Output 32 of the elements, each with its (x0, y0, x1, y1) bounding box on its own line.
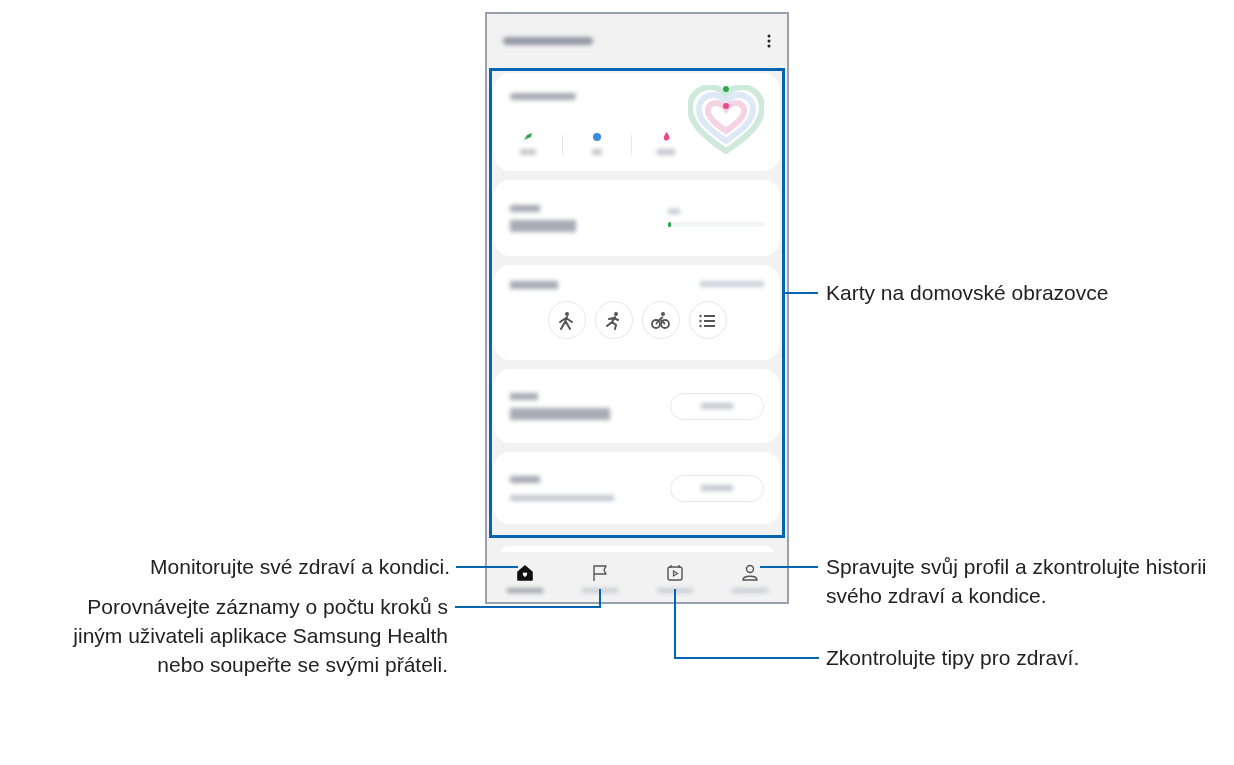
blurred-text (592, 149, 602, 155)
profile-icon (740, 564, 759, 582)
blurred-text (520, 149, 536, 155)
callout-text: Spravujte svůj profil a zkontrolujte historii svého zdraví a kondice. (826, 554, 1208, 609)
blurred-text (657, 149, 675, 155)
more-options-icon[interactable] (767, 34, 771, 48)
callout-text: Monitorujte své zdraví a kondici. (149, 554, 450, 580)
blurred-text (510, 281, 558, 289)
blurred-text (700, 281, 764, 287)
callout-text: Porovnávejte záznamy o počtu kroků s jiným uživateli aplikace Samsung Health nebo soupeřte se svými přáteli. (71, 594, 448, 678)
callout-text: Karty na domovské obrazovce (826, 280, 1110, 306)
leader-line (760, 566, 818, 568)
blurred-text (701, 485, 733, 491)
blurred-text (510, 392, 538, 400)
blurred-text (510, 475, 540, 483)
blurred-text (510, 204, 540, 212)
blurred-text (506, 588, 543, 593)
blurred-text (701, 403, 733, 409)
blurred-text (731, 588, 768, 593)
clock-icon (593, 133, 601, 141)
calendar-play-icon (665, 564, 684, 582)
leader-line (456, 566, 518, 568)
blurred-text (581, 588, 618, 593)
walking-person-icon (557, 310, 576, 330)
blurred-text (510, 93, 576, 100)
flag-icon (590, 564, 609, 582)
callout-text: Zkontrolujte tipy pro zdraví. (826, 645, 1081, 671)
blurred-text (656, 588, 693, 593)
cyclist-icon (651, 310, 670, 330)
blurred-text (668, 209, 680, 214)
blurred-text (510, 219, 576, 232)
home-icon (515, 564, 534, 582)
